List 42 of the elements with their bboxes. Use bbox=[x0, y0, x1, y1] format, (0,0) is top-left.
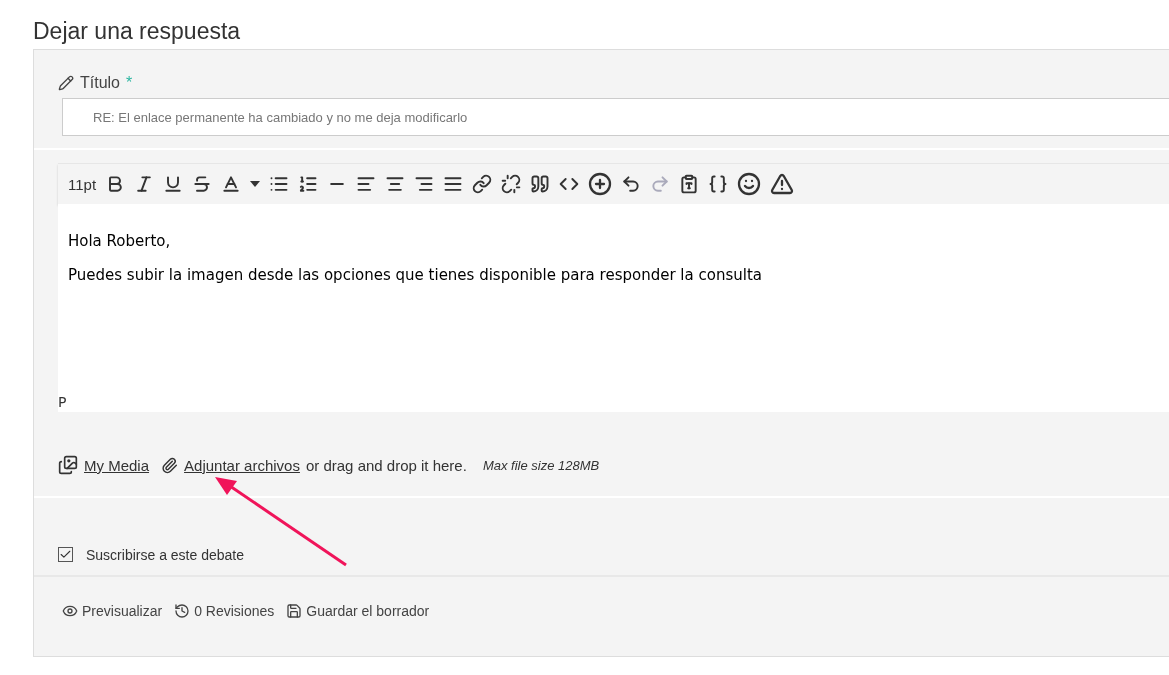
preview-button[interactable]: Previsualizar bbox=[62, 603, 163, 619]
text-color-icon[interactable] bbox=[221, 174, 242, 194]
images-icon bbox=[58, 455, 78, 475]
code-block-icon[interactable] bbox=[708, 174, 729, 194]
paperclip-icon bbox=[161, 456, 179, 474]
save-icon bbox=[286, 603, 303, 619]
eye-icon bbox=[62, 603, 78, 619]
undo-icon[interactable] bbox=[621, 174, 642, 194]
section-heading: Dejar una respuesta bbox=[33, 17, 242, 46]
drop-hint: or drag and drop it here. bbox=[305, 456, 467, 474]
underline-icon[interactable] bbox=[163, 174, 184, 194]
subscribe-checkbox[interactable] bbox=[58, 547, 73, 562]
revisions-button[interactable]: 0 Revisiones bbox=[174, 603, 275, 619]
editor-paragraph: Hola Roberto, bbox=[68, 232, 172, 250]
save-button[interactable]: Guardar el borrador bbox=[286, 603, 430, 619]
history-icon bbox=[174, 603, 191, 619]
element-path: P bbox=[58, 394, 67, 410]
required-mark: * bbox=[126, 74, 133, 92]
align-right-icon[interactable] bbox=[414, 174, 435, 194]
caret-icon[interactable] bbox=[250, 181, 261, 187]
insert-icon[interactable] bbox=[588, 172, 613, 196]
max-file-size: Max file size 128MB bbox=[482, 457, 600, 473]
bullet-list-icon[interactable] bbox=[269, 174, 290, 194]
unlink-icon[interactable] bbox=[501, 174, 522, 194]
editor-paragraph: Puedes subir la imagen desde las opciones que tienes disponible para responder la consulta bbox=[68, 266, 763, 284]
font-size-dropdown[interactable]: 11pt bbox=[68, 175, 97, 193]
editor-area[interactable]: Hola Roberto, Puedes subir la imagen desde las opciones que tienes disponible para responder la consulta P bbox=[58, 204, 1169, 412]
align-left-icon[interactable] bbox=[356, 174, 377, 194]
emoji-icon[interactable] bbox=[737, 172, 762, 196]
link-icon[interactable] bbox=[472, 174, 493, 194]
warning-icon[interactable] bbox=[770, 172, 795, 196]
justify-icon[interactable] bbox=[443, 174, 464, 194]
align-center-icon[interactable] bbox=[385, 174, 406, 194]
quote-icon[interactable] bbox=[530, 174, 551, 194]
field-label: Título bbox=[80, 74, 120, 92]
title-input-field[interactable]: RE: El enlace permanente ha cambiado y no me deja modificarlo bbox=[62, 98, 1169, 136]
paste-text-icon[interactable] bbox=[679, 174, 700, 194]
pencil-icon bbox=[58, 75, 74, 91]
checkbox-label: Suscribirse a este debate bbox=[86, 546, 244, 563]
attach-files-link[interactable]: Adjuntar archivos bbox=[184, 456, 300, 474]
numbered-list-icon[interactable] bbox=[298, 174, 319, 194]
my-media-link[interactable]: My Media bbox=[84, 456, 150, 474]
